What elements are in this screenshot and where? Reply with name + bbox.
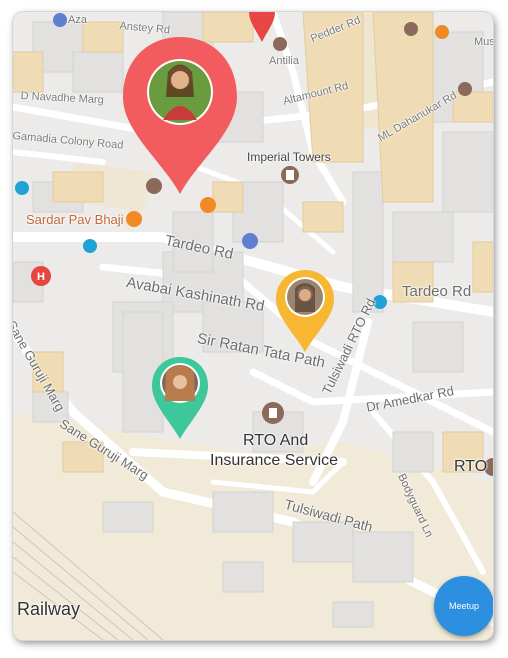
map-canvas[interactable]: H	[13, 12, 493, 640]
label-imperial-towers: Imperial Towers	[247, 150, 331, 164]
label-rto-right: RTO	[454, 458, 488, 475]
map-view[interactable]: H Aza Anstey Rd Pedder Rd Antilia Mus Al…	[13, 12, 493, 640]
label-antilia: Antilia	[269, 55, 299, 67]
label-rto-and: RTO And	[243, 432, 309, 449]
svg-text:H: H	[37, 271, 45, 283]
label-railway: Railway	[17, 599, 81, 619]
label-tardeo-rd-2: Tardeo Rd	[402, 283, 472, 300]
label-sardar-pav-bhaji: Sardar Pav Bhaji	[26, 212, 124, 227]
label-insurance-service: Insurance Service	[210, 452, 339, 469]
meetup-button[interactable]: Meetup	[434, 576, 493, 636]
label-muse: Muse	[474, 36, 493, 48]
label-azad: Aza	[68, 14, 87, 26]
